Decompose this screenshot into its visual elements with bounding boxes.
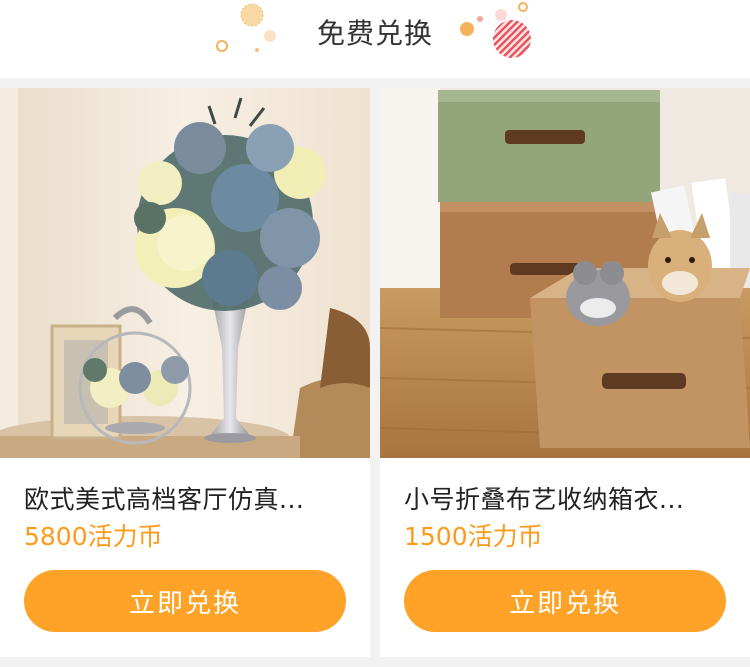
- redeem-button[interactable]: 立即兑换: [24, 570, 346, 632]
- deco-ring: [518, 2, 528, 12]
- product-price: 5800活力币: [24, 522, 163, 551]
- storage-box-image: [380, 88, 750, 458]
- product-name[interactable]: 欧式美式高档客厅仿真...: [24, 480, 354, 516]
- redeem-button[interactable]: 立即兑换: [404, 570, 726, 632]
- product-price: 1500活力币: [404, 522, 543, 551]
- product-card[interactable]: 小号折叠布艺收纳箱衣... 1500活力币 立即兑换: [380, 88, 750, 657]
- product-image[interactable]: [0, 88, 370, 458]
- product-card[interactable]: 欧式美式高档客厅仿真... 5800活力币 立即兑换: [0, 88, 370, 657]
- product-name[interactable]: 小号折叠布艺收纳箱衣...: [404, 480, 734, 516]
- product-image[interactable]: [380, 88, 750, 458]
- flower-vase-image: [0, 88, 370, 458]
- page-title: 免费兑换: [316, 17, 433, 50]
- page-header: 免费兑换: [0, 0, 750, 78]
